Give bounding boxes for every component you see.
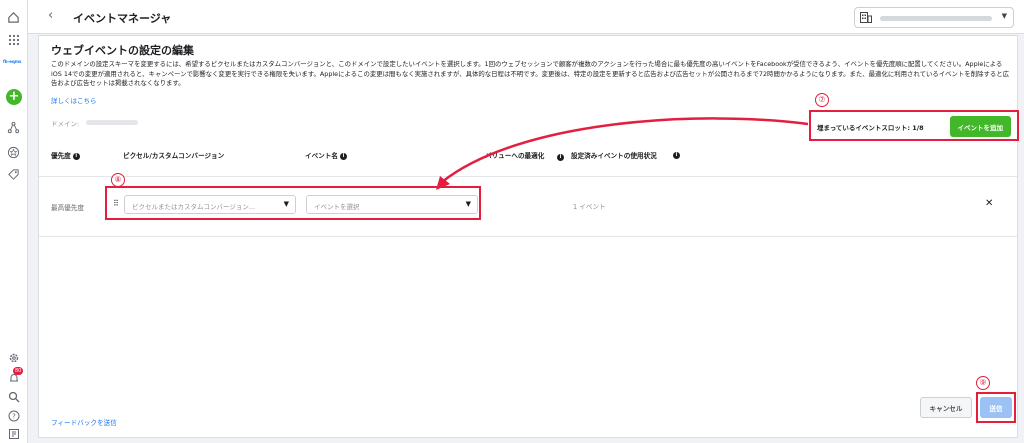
chevron-down-icon: ▼ (1001, 12, 1007, 20)
search-icon[interactable] (5, 388, 22, 405)
chevron-down-icon: ▼ (465, 200, 471, 208)
pixel-select[interactable]: ピクセルまたはカスタムコンバージョン... ▼ (124, 195, 296, 214)
business-account-icon (860, 12, 872, 23)
page-description: このドメインの設定スキーマを変更するには、希望するピクセルまたはカスタムコンバー… (51, 60, 1010, 87)
annotation-9: ⑨ (976, 376, 990, 390)
brand-logo: fb-eqms (3, 59, 22, 64)
info-icon[interactable]: i (339, 152, 347, 160)
connections-icon[interactable] (5, 119, 22, 136)
settings-gear-icon[interactable] (5, 349, 22, 366)
col-priority-header: 優先度 i (51, 152, 80, 161)
event-select[interactable]: イベントを選択 ▼ (306, 195, 478, 214)
home-icon[interactable] (5, 9, 22, 26)
remove-row-close-icon[interactable]: ✕ (985, 198, 993, 209)
account-selector[interactable]: ▼ (854, 7, 1014, 28)
help-icon[interactable]: ? (5, 407, 22, 424)
domain-value-redacted (86, 120, 138, 125)
table-divider (39, 236, 1017, 237)
annotation-7: ⑦ (815, 93, 829, 107)
left-nav-rail: fb-eqms + 80 ? (0, 0, 28, 443)
page-header-title: イベントマネージャ (73, 12, 172, 25)
row-usage: 1 イベント (573, 203, 606, 211)
col-value-opt-header: バリューへの最適化 i (485, 152, 564, 161)
report-icon[interactable] (5, 425, 22, 442)
row-priority: 最高優先度 (51, 204, 84, 212)
edit-web-events-panel: ウェブイベントの設定の編集 このドメインの設定スキーマを変更するには、希望するピ… (38, 35, 1019, 438)
event-slots-highlight: 埋まっているイベントスロット: 1/8 イベントを追加 (809, 110, 1019, 141)
domain-label: ドメイン: (51, 120, 80, 128)
account-name (880, 16, 992, 21)
create-plus-icon[interactable]: + (6, 89, 22, 105)
event-slots-status: 埋まっているイベントスロット: 1/8 (817, 124, 924, 132)
back-chevron-icon[interactable]: ‹ (48, 8, 53, 23)
info-icon[interactable]: i (72, 152, 80, 160)
top-bar: ‹ イベントマネージャ ▼ (28, 0, 1024, 34)
table-divider (39, 176, 1017, 177)
star-badge-icon[interactable] (5, 144, 22, 161)
apps-grid-icon[interactable] (5, 31, 22, 48)
page-title: ウェブイベントの設定の編集 (51, 44, 194, 57)
col-pixel-header: ピクセル/カスタムコンバージョン (123, 152, 225, 160)
notifications-badge: 80 (13, 367, 24, 375)
svg-text:?: ? (12, 412, 16, 420)
col-usage-header: 設定済みイベントの使用状況 i (571, 152, 680, 161)
send-button[interactable]: 送信 (980, 397, 1012, 418)
cancel-button[interactable]: キャンセル (920, 397, 972, 418)
drag-handle-icon[interactable]: ⠿ (113, 199, 119, 208)
tag-icon[interactable] (5, 166, 22, 183)
info-icon[interactable]: i (557, 154, 564, 161)
send-feedback-link[interactable]: フィードバックを送信 (51, 417, 117, 427)
add-event-button[interactable]: イベントを追加 (949, 116, 1011, 137)
annotation-8: ⑧ (111, 173, 125, 187)
info-icon[interactable]: i (673, 152, 680, 159)
learn-more-link[interactable]: 詳しくはこちら (51, 95, 97, 105)
col-event-name-header: イベント名 i (305, 152, 347, 161)
chevron-down-icon: ▼ (283, 200, 289, 208)
